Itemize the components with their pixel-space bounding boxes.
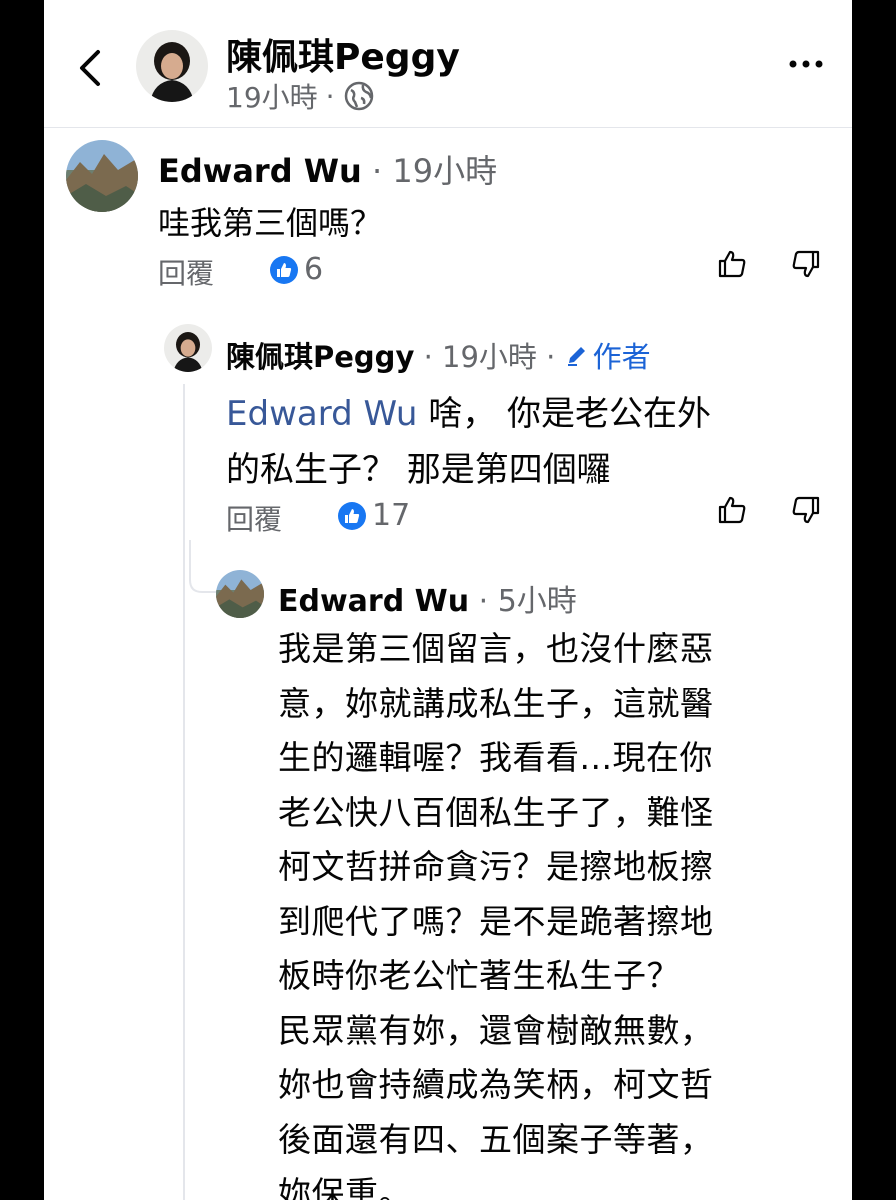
chevron-left-icon[interactable] [70, 46, 110, 90]
text-span: 啥， 你是老公在外 [417, 394, 712, 434]
thread-line [183, 384, 185, 1200]
avatar[interactable] [216, 570, 264, 618]
reply-button[interactable]: 回覆 [226, 498, 282, 538]
mention-link[interactable]: Edward Wu [226, 394, 417, 434]
comment-text-line: 老公快八百個私生子了，難怪 [278, 792, 714, 832]
time-text: 19小時 [442, 340, 537, 374]
comment-author[interactable]: 陳佩琪Peggy · 19小時 · 作者 [226, 334, 651, 376]
comment-text-line: 妳保重。 [278, 1174, 412, 1200]
post-meta: 19小時 · [226, 76, 375, 116]
author-badge: 作者 [565, 334, 651, 376]
avatar[interactable] [66, 140, 138, 212]
comment-time: · 19小時 · [414, 340, 565, 374]
comment-text-line: Edward Wu 啥， 你是老公在外 [226, 386, 711, 442]
comment-text-line: 後面還有四、五個案子等著， [278, 1119, 714, 1159]
comment-thread-screen: 陳佩琪Peggy 19小時 · Edward Wu · 19小時 哇我第三個嗎？… [44, 0, 852, 1200]
time-text: 19小時 [392, 152, 498, 190]
comment-author[interactable]: Edward Wu · 19小時 [158, 146, 497, 192]
comment-text: 我是第三個留言，也沒什麼惡 意，妳就講成私生子，這就醫 生的邏輯喔？我看看...… [278, 622, 714, 1200]
thumbs-up-icon [338, 501, 366, 530]
author-name[interactable]: Edward Wu [278, 584, 469, 619]
separator-dot: · [325, 79, 335, 113]
comment-text-line: 意，妳就講成私生子，這就醫 [278, 683, 714, 723]
comment-text-line: 妳也會持續成為笑柄，柯文哲 [278, 1065, 714, 1104]
more-icon[interactable] [786, 54, 826, 74]
author-badge-label: 作者 [592, 340, 651, 374]
comment-text-line: 民眾黨有妳，還會樹敵無數， [278, 1010, 714, 1050]
comment-text-line: 到爬代了嗎？是不是跪著擦地 [278, 901, 714, 941]
thumbs-down-icon[interactable] [790, 248, 822, 280]
comment-text-line: 板時你老公忙著生私生子？ [278, 956, 680, 995]
like-count[interactable]: 17 [338, 498, 410, 533]
time-text: 5小時 [497, 584, 577, 619]
author-name[interactable]: Edward Wu [158, 152, 362, 190]
thumbs-up-icon [270, 255, 298, 284]
thumbs-up-icon[interactable] [716, 248, 748, 280]
page-title[interactable]: 陳佩琪Peggy [226, 28, 460, 80]
thumbs-up-icon[interactable] [716, 494, 748, 526]
comment-text-line: 我是第三個留言，也沒什麼惡 [278, 629, 714, 668]
like-count[interactable]: 6 [270, 252, 323, 287]
comment-text: Edward Wu 啥， 你是老公在外 的私生子？ 那是第四個囉 [226, 386, 711, 498]
globe-icon [344, 81, 373, 111]
author-name[interactable]: 陳佩琪Peggy [226, 340, 414, 374]
comment-time: · 19小時 [361, 152, 498, 190]
comment-author[interactable]: Edward Wu · 5小時 [278, 576, 577, 620]
reply-button[interactable]: 回覆 [158, 252, 214, 292]
comment-text-line: 生的邏輯喔？我看看...現在你 [278, 738, 713, 777]
comment-text: 哇我第三個嗎？ [158, 204, 383, 242]
like-number: 17 [372, 498, 411, 533]
thumbs-down-icon[interactable] [790, 494, 822, 526]
like-number: 6 [304, 252, 324, 287]
comment-text-line: 柯文哲拼命貪污？是擦地板擦 [278, 847, 714, 886]
comment-text-line: 的私生子？ 那是第四個囉 [226, 450, 611, 490]
avatar[interactable] [164, 324, 212, 372]
post-header: 陳佩琪Peggy 19小時 · [44, 0, 852, 128]
pencil-icon [567, 347, 585, 366]
comment-time: · 5小時 [469, 584, 577, 619]
post-time: 19小時 [226, 81, 318, 114]
avatar[interactable] [136, 30, 208, 102]
